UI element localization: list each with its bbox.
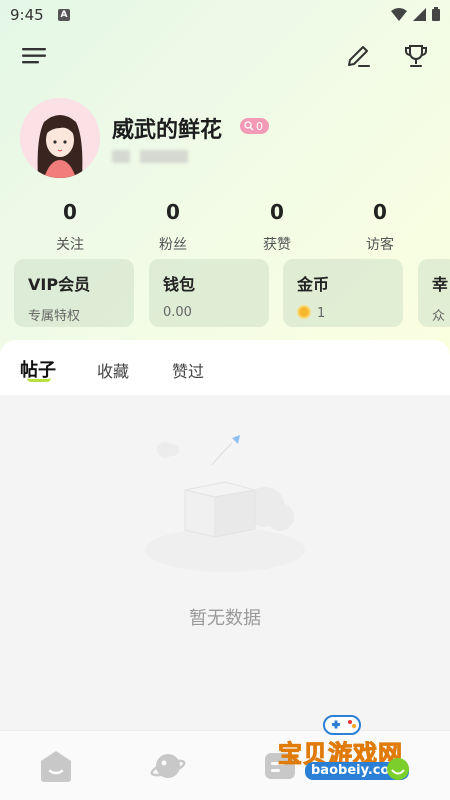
level-value: 0	[256, 119, 263, 133]
stat-label: 获赞	[263, 237, 291, 253]
card-wallet[interactable]: 钱包 0.00	[149, 259, 269, 327]
stat-visitors[interactable]: 0 访客	[340, 200, 420, 254]
coin-icon	[297, 305, 311, 319]
watermark-logo: 宝贝游戏网 baobeiy.com	[275, 710, 450, 790]
content-area	[0, 395, 450, 730]
notification-icon: A	[58, 9, 70, 21]
card-coins[interactable]: 金币 1	[283, 259, 403, 327]
edit-profile-button[interactable]	[342, 40, 374, 72]
gamepad-icon	[323, 715, 361, 735]
nav-discover[interactable]	[150, 749, 186, 783]
planet-icon	[150, 754, 186, 778]
user-id-blurred	[140, 150, 188, 163]
home-icon	[41, 751, 71, 782]
stat-label: 访客	[366, 237, 394, 253]
status-icons	[391, 7, 440, 21]
card-title: 钱包	[163, 275, 196, 294]
card-title: 幸	[432, 275, 449, 294]
card-title: VIP会员	[28, 275, 91, 294]
nav-home[interactable]	[38, 749, 74, 783]
tab-favorites[interactable]: 收藏	[97, 358, 129, 382]
pencil-icon	[348, 46, 370, 67]
card-subtitle: 专属特权	[28, 309, 81, 324]
stat-value: 0	[63, 200, 77, 224]
tab-liked[interactable]: 赞过	[172, 358, 204, 382]
stat-followers[interactable]: 0 粉丝	[133, 200, 213, 254]
stat-value: 0	[270, 200, 284, 224]
card-vip[interactable]: VIP会员 专属特权	[14, 259, 134, 327]
battery-icon	[432, 7, 440, 21]
menu-button[interactable]	[18, 40, 50, 72]
status-time: 9:45	[10, 6, 44, 24]
menu-icon	[22, 48, 46, 64]
trophy-icon	[405, 45, 427, 67]
avatar[interactable]	[20, 98, 100, 178]
avatar-illustration	[20, 98, 100, 178]
content-tabs: 帖子 收藏 赞过	[0, 340, 450, 395]
card-partial[interactable]: 幸 众	[418, 259, 450, 327]
key-icon	[244, 121, 254, 131]
level-badge: 0	[240, 118, 269, 134]
stat-following[interactable]: 0 关注	[30, 200, 110, 254]
stat-likes[interactable]: 0 获赞	[237, 200, 317, 254]
achievements-button[interactable]	[400, 40, 432, 72]
stat-label: 粉丝	[159, 237, 187, 253]
card-subtitle: 众	[432, 309, 446, 324]
stat-value: 0	[166, 200, 180, 224]
stat-label: 关注	[56, 237, 84, 253]
empty-box-illustration	[145, 435, 305, 572]
coin-count: 1	[317, 306, 326, 321]
card-title: 金币	[297, 275, 330, 294]
empty-state-text: 暂无数据	[189, 608, 261, 629]
card-subtitle: 0.00	[163, 305, 192, 320]
stat-value: 0	[373, 200, 387, 224]
card-subtitle: 1	[297, 305, 389, 321]
user-id-blurred	[112, 150, 130, 163]
status-bar: 9:45 A	[0, 0, 450, 32]
smiley-icon	[387, 758, 409, 780]
signal-icon	[413, 7, 426, 21]
wifi-icon	[391, 7, 407, 21]
username: 威武的鲜花	[112, 118, 223, 143]
tab-active-indicator	[27, 378, 51, 382]
